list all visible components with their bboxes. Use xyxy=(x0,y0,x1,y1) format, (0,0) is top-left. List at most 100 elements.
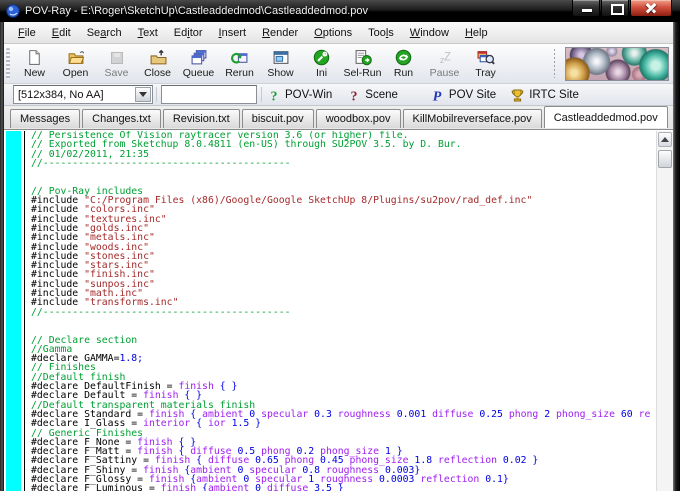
app-body: File Edit Search Text Editor Insert Render Opti… xyxy=(4,22,673,491)
toolbar-button-label: New xyxy=(23,67,45,79)
svg-text:?: ? xyxy=(270,89,277,103)
tab-revision-txt[interactable]: Revision.txt xyxy=(162,109,240,128)
tray-icon xyxy=(476,49,495,66)
maximize-button[interactable] xyxy=(601,0,629,17)
queue-button[interactable]: Queue xyxy=(178,45,219,83)
editor-margin-divider xyxy=(24,131,25,491)
tray-button[interactable]: Tray xyxy=(465,45,506,83)
render-toolbar: [512x384, No AA] ? POV-Win? Scene P POV Site… xyxy=(4,84,673,106)
tab-changes-txt[interactable]: Changes.txt xyxy=(82,109,161,128)
toolbar-grip[interactable] xyxy=(6,48,10,79)
toolbar-separator xyxy=(261,87,262,102)
toolbar-button-label: Queue xyxy=(182,67,215,79)
queue-icon xyxy=(189,49,208,66)
menu-editor[interactable]: Editor xyxy=(166,24,211,42)
irtc-site-button[interactable]: IRTC Site xyxy=(510,88,579,103)
app-icon xyxy=(6,4,20,18)
pause-icon: zZ xyxy=(435,49,454,66)
close-file-icon xyxy=(148,49,167,66)
menu-render[interactable]: Render xyxy=(254,24,306,42)
pov-site-button[interactable]: P POV Site xyxy=(430,88,496,103)
marble-spheres-render-image xyxy=(565,47,669,81)
tab-killmobilreverseface-pov[interactable]: KillMobilreverseface.pov xyxy=(402,109,542,128)
file-tab-bar: Messages Changes.txt Revision.txt biscuit.p… xyxy=(4,106,673,128)
link-button-label: Scene xyxy=(365,89,398,101)
title-bar[interactable]: POV-Ray - E:\Roger\SketchUp\Castleaddedm… xyxy=(0,0,680,22)
show-window-icon xyxy=(271,49,290,66)
scroll-up-arrow-icon[interactable] xyxy=(658,132,672,147)
toolbar-separator xyxy=(156,87,157,102)
new-file-icon xyxy=(25,49,44,66)
rerun-icon xyxy=(230,49,249,66)
toolbar-separator xyxy=(554,49,555,78)
pause-button: z Z Pause xyxy=(424,45,465,83)
menu-edit[interactable]: Edit xyxy=(44,24,79,42)
save-button: Save xyxy=(96,45,137,83)
sel-run-button[interactable]: Sel-Run xyxy=(342,45,383,83)
main-toolbar: New Open Save Close Queue Rerun Show Ini Sel-Run… xyxy=(4,44,673,84)
menu-text[interactable]: Text xyxy=(130,24,166,42)
menu-file[interactable]: File xyxy=(10,24,44,42)
menu-tools[interactable]: Tools xyxy=(360,24,402,42)
open-folder-icon xyxy=(66,49,85,66)
toolbar-button-label: Open xyxy=(62,67,89,79)
resolution-dropdown[interactable]: [512x384, No AA] xyxy=(13,85,153,104)
close-button[interactable]: Close xyxy=(137,45,178,83)
menu-window[interactable]: Window xyxy=(402,24,457,42)
chevron-down-icon[interactable] xyxy=(135,87,151,102)
svg-text:P: P xyxy=(433,89,442,103)
command-line-input[interactable] xyxy=(161,85,257,104)
window-controls xyxy=(571,0,672,17)
toolbar-button-label: Sel-Run xyxy=(343,67,382,79)
link-button-label: POV Site xyxy=(448,89,497,101)
code-editor[interactable]: // Persistence Of Vision raytracer versi… xyxy=(4,129,673,491)
sel-run-icon xyxy=(353,49,372,66)
menu-insert[interactable]: Insert xyxy=(211,24,255,42)
ini-button[interactable]: Ini xyxy=(301,45,342,83)
tab-messages[interactable]: Messages xyxy=(10,109,81,128)
tab-woodbox-pov[interactable]: woodbox.pov xyxy=(315,109,401,128)
pov-win-button[interactable]: ? POV-Win xyxy=(266,88,332,103)
minimize-button[interactable] xyxy=(572,0,600,17)
toolbar-button-label: Save xyxy=(104,67,129,79)
run-icon xyxy=(394,49,413,66)
code-line: #declare F_Luminous = finish {ambient 0 … xyxy=(31,483,344,491)
menu-bar: File Edit Search Text Editor Insert Render Opti… xyxy=(4,22,673,44)
code-line: // Declare section xyxy=(31,334,138,346)
link-button-label: POV-Win xyxy=(285,89,333,101)
pov-site-icon: P xyxy=(430,88,445,103)
rerun-button[interactable]: Rerun xyxy=(219,45,260,83)
irtc-site-icon xyxy=(510,88,525,103)
tab-biscuit-pov[interactable]: biscuit.pov xyxy=(241,109,314,128)
code-line: //--------------------------------------… xyxy=(31,306,291,318)
menu-search[interactable]: Search xyxy=(79,24,130,42)
code-line: #declare GAMMA=1.8; xyxy=(31,353,144,365)
open-button[interactable]: Open xyxy=(55,45,96,83)
scrollbar-thumb[interactable] xyxy=(658,150,672,168)
vertical-scrollbar[interactable] xyxy=(656,131,673,491)
code-text-area[interactable]: // Persistence Of Vision raytracer versi… xyxy=(31,131,655,491)
run-button[interactable]: Run xyxy=(383,45,424,83)
scene-button[interactable]: ? Scene xyxy=(346,88,398,103)
help-scene-icon: ? xyxy=(346,88,361,103)
new-button[interactable]: New xyxy=(14,45,55,83)
menu-options[interactable]: Options xyxy=(306,24,360,42)
help-povwin-icon: ? xyxy=(266,88,281,103)
code-line: //--------------------------------------… xyxy=(31,157,291,169)
toolbar-button-label: Rerun xyxy=(225,67,254,79)
toolbar-button-label: Show xyxy=(267,67,294,79)
povray-window: POV-Ray - E:\Roger\SketchUp\Castleaddedm… xyxy=(0,0,680,491)
window-border-right xyxy=(673,22,680,491)
toolbar-button-label: Close xyxy=(144,67,171,79)
svg-text:?: ? xyxy=(350,89,357,103)
help-link-buttons: ? POV-Win? Scene P POV Site IRTC Site xyxy=(266,84,593,106)
svg-text:Z: Z xyxy=(443,51,450,64)
menu-help[interactable]: Help xyxy=(457,24,496,42)
toolbar-button-label: Run xyxy=(393,67,414,79)
show-button[interactable]: Show xyxy=(260,45,301,83)
tab-castleaddedmod-pov[interactable]: Castleaddedmod.pov xyxy=(543,106,668,128)
close-button[interactable] xyxy=(630,0,672,17)
toolbar-button-label: Tray xyxy=(475,67,496,79)
toolbar-buttons: New Open Save Close Queue Rerun Show Ini Sel-Run… xyxy=(14,45,506,83)
